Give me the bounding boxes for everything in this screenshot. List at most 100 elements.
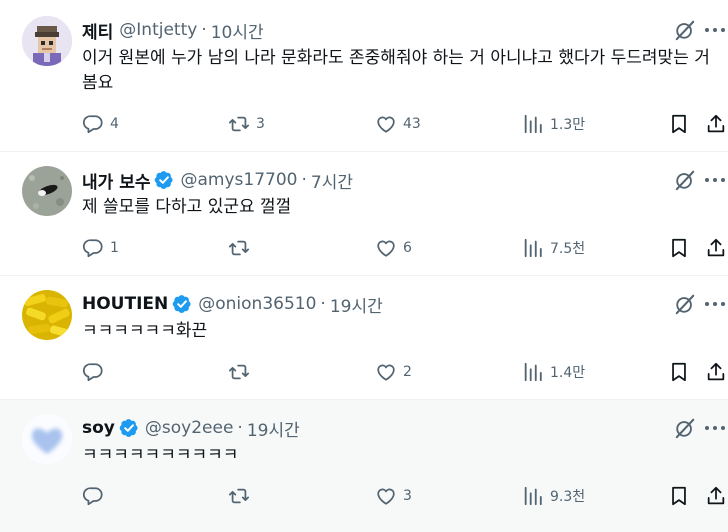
like-button[interactable]: 43 — [375, 112, 421, 136]
timestamp[interactable]: 19시간 — [247, 416, 300, 441]
display-name[interactable]: soy — [82, 418, 115, 438]
share-button[interactable] — [705, 236, 727, 260]
tweet-item[interactable]: 내가 보수 @amys17700 · 7시간 제 쓸모를 다하고 있군요 껄껄 … — [0, 152, 728, 276]
view-count: 7.5천 — [550, 241, 586, 257]
retweet-button[interactable] — [228, 360, 256, 384]
like-count: 3 — [403, 488, 412, 504]
user-handle[interactable]: @amys17700 — [180, 170, 297, 190]
view-count: 9.3천 — [550, 489, 586, 505]
avatar[interactable] — [22, 290, 72, 340]
reply-button[interactable] — [82, 484, 110, 508]
retweet-icon — [228, 485, 250, 507]
share-icon — [705, 237, 727, 259]
bookmark-button[interactable] — [668, 236, 690, 260]
like-button[interactable]: 2 — [375, 360, 412, 384]
like-count: 2 — [403, 364, 412, 380]
views-button[interactable]: 9.3천 — [522, 484, 585, 508]
verified-badge-icon — [119, 418, 139, 438]
tweet-text: 제 쓸모를 다하고 있군요 껄껄 — [82, 197, 292, 217]
tweet-header: HOUTIEN @onion36510 · 19시간 — [82, 292, 728, 317]
retweet-icon — [228, 237, 250, 259]
share-button[interactable] — [705, 360, 727, 384]
reply-icon — [82, 237, 104, 259]
reply-count: 4 — [110, 116, 119, 132]
views-button[interactable]: 1.4만 — [522, 360, 585, 384]
reply-count: 1 — [110, 240, 119, 256]
reply-feed: 제티 @Intjetty · 10시간 이거 원본에 누가 남의 나라 문화라도… — [0, 0, 728, 532]
timestamp[interactable]: 7시간 — [311, 168, 353, 193]
like-count: 43 — [403, 116, 421, 132]
reply-button[interactable]: 4 — [82, 112, 119, 136]
tweet-actions: 3 9.3천 — [82, 484, 728, 508]
retweet-count: 3 — [256, 116, 265, 132]
reply-icon — [82, 113, 104, 135]
separator-dot: · — [201, 20, 207, 40]
more-icon[interactable] — [702, 19, 728, 41]
retweet-button[interactable] — [228, 484, 256, 508]
timestamp[interactable]: 19시간 — [330, 292, 383, 317]
bookmark-icon — [668, 237, 690, 259]
share-button[interactable] — [705, 112, 727, 136]
tweet-header: 내가 보수 @amys17700 · 7시간 — [82, 168, 728, 193]
views-icon — [522, 113, 544, 135]
views-button[interactable]: 7.5천 — [522, 236, 585, 260]
reply-icon — [82, 485, 104, 507]
more-icon[interactable] — [702, 169, 728, 191]
like-icon — [375, 485, 397, 507]
tweet-text: ㅋㅋㅋㅋㅋㅋㅋㅋㅋㅋ — [82, 445, 239, 465]
views-button[interactable]: 1.3만 — [522, 112, 585, 136]
like-icon — [375, 237, 397, 259]
separator-dot: · — [301, 170, 307, 190]
tweet-header: soy @soy2eee · 19시간 — [82, 416, 728, 441]
like-button[interactable]: 3 — [375, 484, 412, 508]
separator-dot: · — [237, 418, 243, 438]
share-icon — [705, 113, 727, 135]
retweet-icon — [228, 361, 250, 383]
tweet-actions: 1 6 7.5천 — [82, 236, 728, 260]
display-name[interactable]: 내가 보수 — [82, 168, 150, 193]
reply-button[interactable] — [82, 360, 110, 384]
like-icon — [375, 113, 397, 135]
like-count: 6 — [403, 240, 412, 256]
grok-icon[interactable] — [674, 417, 696, 439]
like-icon — [375, 361, 397, 383]
view-count: 1.3만 — [550, 117, 586, 133]
views-icon — [522, 485, 544, 507]
display-name[interactable]: HOUTIEN — [82, 294, 168, 314]
bookmark-button[interactable] — [668, 112, 690, 136]
grok-icon[interactable] — [674, 293, 696, 315]
timestamp[interactable]: 10시간 — [211, 18, 264, 43]
separator-dot: · — [320, 294, 326, 314]
tweet-item[interactable]: soy @soy2eee · 19시간 ㅋㅋㅋㅋㅋㅋㅋㅋㅋㅋ 3 9.3천 — [0, 400, 728, 532]
bookmark-button[interactable] — [668, 360, 690, 384]
retweet-button[interactable] — [228, 236, 256, 260]
tweet-item[interactable]: 제티 @Intjetty · 10시간 이거 원본에 누가 남의 나라 문화라도… — [0, 0, 728, 152]
bookmark-button[interactable] — [668, 484, 690, 508]
views-icon — [522, 361, 544, 383]
like-button[interactable]: 6 — [375, 236, 412, 260]
tweet-actions: 4 3 43 1.3만 — [82, 112, 728, 136]
retweet-icon — [228, 113, 250, 135]
bookmark-icon — [668, 113, 690, 135]
avatar[interactable] — [22, 16, 72, 66]
avatar[interactable] — [22, 166, 72, 216]
more-icon[interactable] — [702, 417, 728, 439]
share-button[interactable] — [705, 484, 727, 508]
bookmark-icon — [668, 361, 690, 383]
tweet-header: 제티 @Intjetty · 10시간 — [82, 18, 728, 43]
more-icon[interactable] — [702, 293, 728, 315]
avatar[interactable] — [22, 414, 72, 464]
display-name[interactable]: 제티 — [82, 18, 113, 43]
user-handle[interactable]: @Intjetty — [119, 20, 197, 40]
reply-button[interactable]: 1 — [82, 236, 119, 260]
tweet-item[interactable]: HOUTIEN @onion36510 · 19시간 ㅋㅋㅋㅋㅋㅋ화끈 2 1.… — [0, 276, 728, 400]
retweet-button[interactable]: 3 — [228, 112, 265, 136]
grok-icon[interactable] — [674, 169, 696, 191]
grok-icon[interactable] — [674, 19, 696, 41]
user-handle[interactable]: @soy2eee — [145, 418, 234, 438]
share-icon — [705, 485, 727, 507]
verified-badge-icon — [154, 170, 174, 190]
user-handle[interactable]: @onion36510 — [198, 294, 316, 314]
tweet-text: 이거 원본에 누가 남의 나라 문화라도 존중해줘야 하는 거 아니냐고 했다가… — [82, 48, 710, 93]
view-count: 1.4만 — [550, 365, 586, 381]
